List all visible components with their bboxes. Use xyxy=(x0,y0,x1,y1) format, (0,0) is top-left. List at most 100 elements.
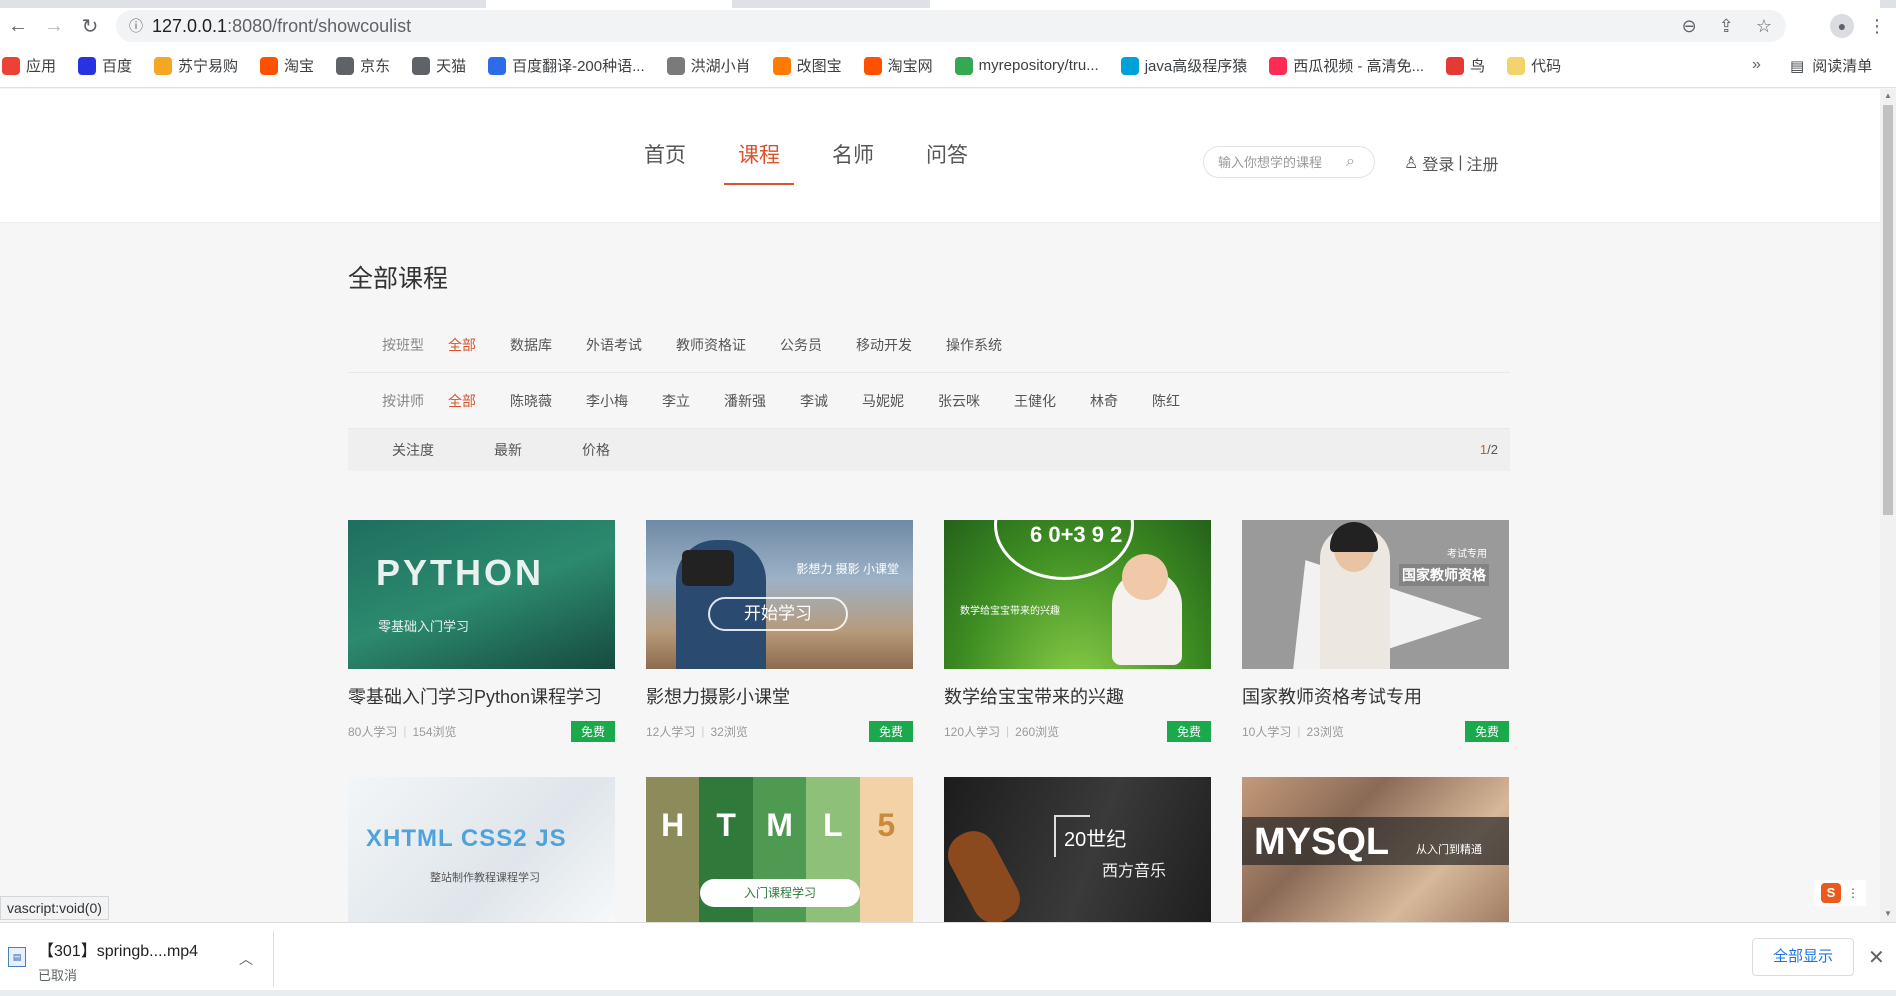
sort-option[interactable]: 价格 xyxy=(582,440,610,460)
bookmark-item[interactable]: taobao-icon 淘宝网 xyxy=(863,55,933,76)
bookmark-label: 鸟 xyxy=(1470,58,1486,75)
ime-floating-toolbar[interactable]: S ⋮ xyxy=(1814,880,1866,906)
course-card[interactable]: 考试专用 国家教师资格 国家教师资格考试专用 10人学习 | 23浏览 免费 xyxy=(1242,520,1509,742)
bookmark-item[interactable]: globe-icon 天猫 xyxy=(412,55,466,76)
nav-link[interactable]: 名师 xyxy=(818,139,888,185)
course-title[interactable]: 零基础入门学习Python课程学习 xyxy=(348,683,615,709)
course-thumbnail[interactable]: XHTML CSS2 JS 整站制作教程课程学习 xyxy=(348,777,615,922)
filter-option[interactable]: 外语考试 xyxy=(586,335,642,355)
zoom-icon[interactable]: ⊖ xyxy=(1682,16,1697,37)
nav-link[interactable]: 课程 xyxy=(724,139,794,185)
filter-option[interactable]: 公务员 xyxy=(780,335,822,355)
bookmark-item[interactable]: suning-icon 苏宁易购 xyxy=(154,55,238,76)
page-title: 全部课程 xyxy=(348,265,449,293)
filter-option[interactable]: 潘新强 xyxy=(724,391,766,411)
course-card[interactable]: 影想力 摄影 小课堂 开始学习 影想力摄影小课堂 12人学习 | 32浏览 免费 xyxy=(646,520,913,742)
bookmark-item[interactable]: bird-icon 洪湖小肖 xyxy=(666,55,751,76)
search-icon[interactable]: ⌕ xyxy=(1346,153,1355,171)
bookmark-item[interactable]: folder-icon 代码 xyxy=(1507,55,1561,76)
course-card[interactable]: 20世纪 西方音乐 xyxy=(944,777,1211,922)
bookmark-label: 代码 xyxy=(1531,58,1562,75)
course-thumbnail[interactable]: H T M L 5 入门课程学习 xyxy=(646,777,913,922)
show-all-downloads-button[interactable]: 全部显示 xyxy=(1752,938,1854,976)
bookmark-item[interactable]: apps-grid-icon 应用 xyxy=(2,55,56,76)
nav-link[interactable]: 问答 xyxy=(912,139,982,185)
bookmark-item[interactable]: chrome-icon myrepository/tru... xyxy=(954,56,1099,75)
scrollbar-thumb[interactable] xyxy=(1883,105,1893,515)
course-card[interactable]: 6 0+3 9 2 数学给宝宝带来的兴趣 数学给宝宝带来的兴趣 120人学习 | 2… xyxy=(944,520,1211,742)
course-thumbnail[interactable]: 影想力 摄影 小课堂 开始学习 xyxy=(646,520,913,669)
filter-option[interactable]: 李小梅 xyxy=(586,391,628,411)
start-learning-button[interactable]: 开始学习 xyxy=(708,597,848,631)
course-card[interactable]: MYSQL 从入门到精通 xyxy=(1242,777,1509,922)
sogou-ime-icon[interactable]: S xyxy=(1821,883,1841,903)
bookmark-item[interactable]: globe-icon 京东 xyxy=(336,55,390,76)
bookmark-item[interactable]: xigua-icon 西瓜视频 - 高清免... xyxy=(1269,55,1424,76)
back-button[interactable]: ← xyxy=(0,8,36,44)
filter-option[interactable]: 李诚 xyxy=(800,391,828,411)
course-thumbnail[interactable]: 考试专用 国家教师资格 xyxy=(1242,520,1509,669)
filter-option[interactable]: 全部 xyxy=(448,391,476,411)
site-info-icon[interactable]: ⓘ xyxy=(120,16,152,36)
course-card[interactable]: XHTML CSS2 JS 整站制作教程课程学习 xyxy=(348,777,615,922)
course-search-input[interactable] xyxy=(1218,154,1344,170)
bookmark-item[interactable]: baidu-icon 百度 xyxy=(78,55,132,76)
bookmarks-overflow-button[interactable]: » xyxy=(1752,56,1761,74)
course-title[interactable]: 数学给宝宝带来的兴趣 xyxy=(944,683,1211,709)
course-title[interactable]: 国家教师资格考试专用 xyxy=(1242,683,1509,709)
course-thumbnail[interactable]: 20世纪 西方音乐 xyxy=(944,777,1211,922)
course-search: ⌕ xyxy=(1203,146,1375,178)
ime-menu-icon[interactable]: ⋮ xyxy=(1847,886,1859,900)
filter-option[interactable]: 林奇 xyxy=(1090,391,1118,411)
download-item[interactable]: ▤ 【301】springb....mp4 已取消 ︿ xyxy=(4,931,274,987)
nav-link[interactable]: 首页 xyxy=(630,139,700,185)
course-card[interactable]: H T M L 5 入门课程学习 xyxy=(646,777,913,922)
filter-option[interactable]: 移动开发 xyxy=(856,335,912,355)
filter-option[interactable]: 张云咪 xyxy=(938,391,980,411)
filter-option[interactable]: 陈晓薇 xyxy=(510,391,552,411)
sort-option[interactable]: 关注度 xyxy=(392,440,434,460)
scroll-down-icon[interactable]: ▼ xyxy=(1884,909,1892,918)
sort-option[interactable]: 最新 xyxy=(494,440,522,460)
bookmark-label: 应用 xyxy=(26,58,57,75)
xigua-icon: xigua-icon xyxy=(1269,56,1288,75)
reading-list-label: 阅读清单 xyxy=(1812,58,1873,75)
bookmark-item[interactable]: bilibili-icon java高级程序猿 xyxy=(1120,55,1247,76)
filter-option[interactable]: 陈红 xyxy=(1152,391,1180,411)
profile-avatar[interactable]: ● xyxy=(1830,14,1854,38)
thumb-caption: 数学给宝宝带来的兴趣 xyxy=(960,606,1060,617)
filter-option[interactable]: 王健化 xyxy=(1014,391,1056,411)
reading-list-button[interactable]: ▤ 阅读清单 xyxy=(1790,55,1872,76)
course-card[interactable]: PYTHON 零基础入门学习 零基础入门学习Python课程学习 80人学习 | 1… xyxy=(348,520,615,742)
vertical-scrollbar[interactable]: ▲ ▼ xyxy=(1880,89,1896,922)
filter-option[interactable]: 全部 xyxy=(448,335,476,355)
filter-option[interactable]: 数据库 xyxy=(510,335,552,355)
course-thumbnail[interactable]: MYSQL 从入门到精通 xyxy=(1242,777,1509,922)
course-title[interactable]: 影想力摄影小课堂 xyxy=(646,683,913,709)
bookmark-label: 苏宁易购 xyxy=(178,58,239,75)
bookmark-star-icon[interactable]: ☆ xyxy=(1756,16,1772,37)
share-icon[interactable]: ⇪ xyxy=(1719,16,1734,37)
bookmark-item[interactable]: taobao-icon 淘宝 xyxy=(260,55,314,76)
bookmark-item[interactable]: gaitubao-icon 改图宝 xyxy=(772,55,842,76)
course-thumbnail[interactable]: PYTHON 零基础入门学习 xyxy=(348,520,615,669)
filter-option[interactable]: 操作系统 xyxy=(946,335,1002,355)
filter-option[interactable]: 马妮妮 xyxy=(862,391,904,411)
forward-button[interactable]: → xyxy=(36,8,72,44)
auth-links: ♙ 登录 | 注册 xyxy=(1404,151,1499,175)
login-link[interactable]: 登录 xyxy=(1422,151,1454,175)
bookmark-item[interactable]: bird-red-icon 鸟 xyxy=(1446,55,1485,76)
menu-kebab-icon[interactable]: ⋮ xyxy=(1868,16,1886,37)
reload-button[interactable]: ↻ xyxy=(72,8,108,44)
bookmark-label: 西瓜视频 - 高清免... xyxy=(1293,58,1425,75)
bookmark-item[interactable]: translate-icon 百度翻译-200种语... xyxy=(488,55,645,76)
filter-option[interactable]: 李立 xyxy=(662,391,690,411)
scroll-up-icon[interactable]: ▲ xyxy=(1884,91,1892,100)
chevron-up-icon[interactable]: ︿ xyxy=(239,949,253,969)
close-icon[interactable]: ✕ xyxy=(1868,945,1885,970)
register-link[interactable]: 注册 xyxy=(1467,151,1499,175)
apps-grid-icon: apps-grid-icon xyxy=(2,56,20,75)
address-bar[interactable]: ⓘ 127.0.0.1:8080/front/showcoulist ⊖ ⇪ ☆ xyxy=(116,10,1786,42)
course-thumbnail[interactable]: 6 0+3 9 2 数学给宝宝带来的兴趣 xyxy=(944,520,1211,669)
filter-option[interactable]: 教师资格证 xyxy=(676,335,746,355)
